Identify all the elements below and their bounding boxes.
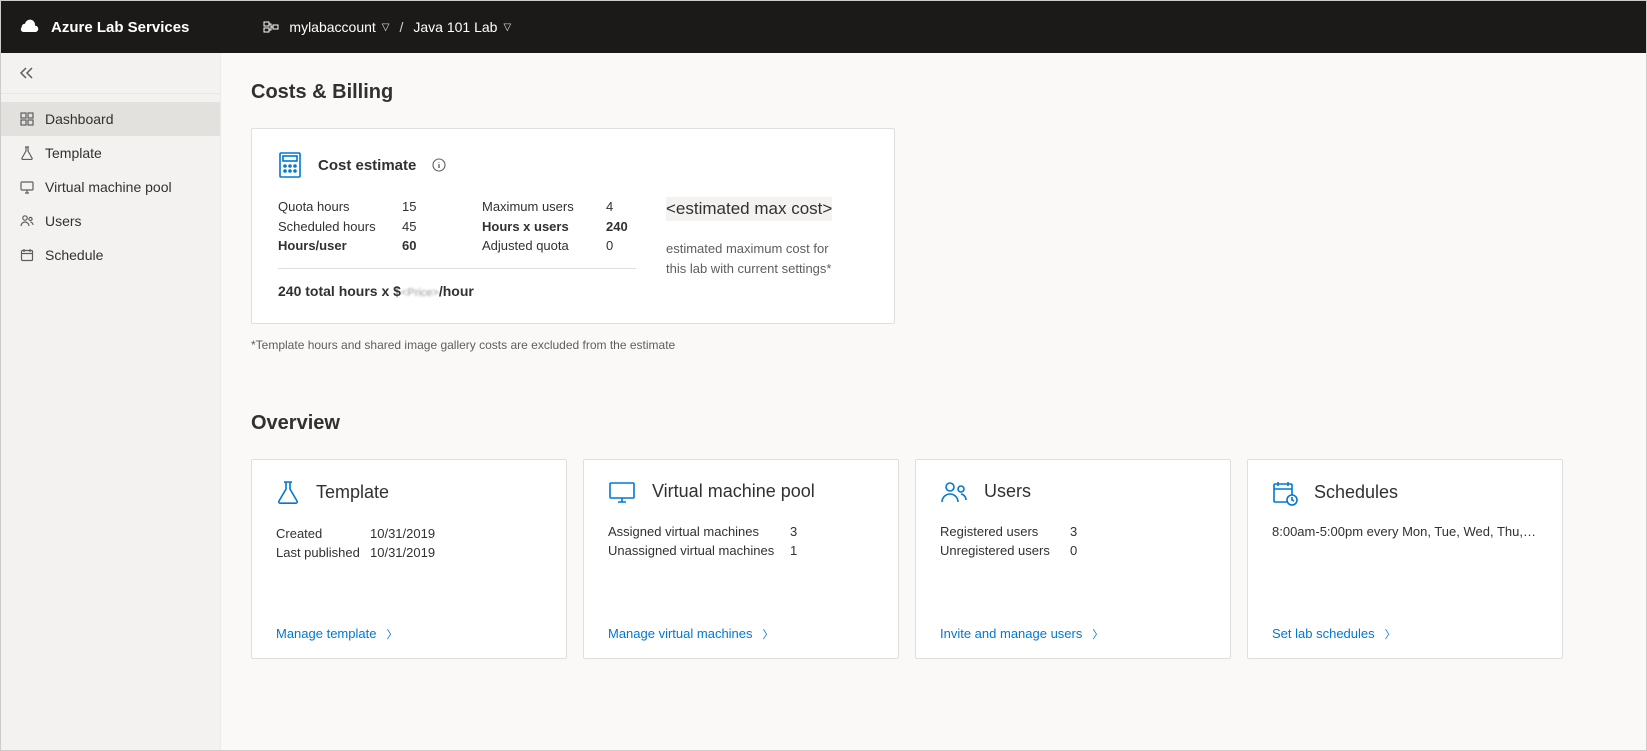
overview-row-value: 1 xyxy=(790,541,797,561)
cost-value: 4 xyxy=(606,197,636,217)
overview-row-label: Unassigned virtual machines xyxy=(608,541,790,561)
overview-action-label: Invite and manage users xyxy=(940,626,1082,641)
sidebar-item-label: Schedule xyxy=(45,247,103,263)
cost-value: 45 xyxy=(402,217,432,237)
info-icon[interactable] xyxy=(432,158,446,172)
main-content: Costs & Billing Cost estimate Quota hour… xyxy=(221,53,1646,750)
resource-icon xyxy=(263,19,279,35)
overview-card-schedules: Schedules 8:00am-5:00pm every Mon, Tue, … xyxy=(1247,459,1563,659)
overview-action-label: Set lab schedules xyxy=(1272,626,1375,641)
breadcrumb-account-label: mylabaccount xyxy=(289,19,375,35)
sidebar-item-users[interactable]: Users xyxy=(1,204,220,238)
overview-card-template: Template Created10/31/2019 Last publishe… xyxy=(251,459,567,659)
cost-label: Maximum users xyxy=(482,197,592,217)
sidebar-item-label: Users xyxy=(45,213,82,229)
breadcrumb-account[interactable]: mylabaccount ▽ xyxy=(289,19,389,35)
cost-label: Hours/user xyxy=(278,236,388,256)
breadcrumb: mylabaccount ▽ / Java 101 Lab ▽ xyxy=(263,19,511,35)
cost-value: 15 xyxy=(402,197,432,217)
overview-card-title: Schedules xyxy=(1314,482,1398,503)
overview-row-value: 10/31/2019 xyxy=(370,524,435,544)
sidebar-item-dashboard[interactable]: Dashboard xyxy=(1,102,220,136)
grid-icon xyxy=(19,112,35,126)
top-header: Azure Lab Services mylabaccount ▽ / Java… xyxy=(1,1,1646,53)
overview-card-title: Users xyxy=(984,481,1031,502)
users-icon xyxy=(19,214,35,228)
overview-row-label: Unregistered users xyxy=(940,541,1070,561)
cost-estimate-card: Cost estimate Quota hours 15 Scheduled ho… xyxy=(251,128,895,324)
collapse-sidebar-button[interactable] xyxy=(1,53,220,94)
sidebar-item-label: Template xyxy=(45,145,102,161)
cost-summary: <estimated max cost> estimated maximum c… xyxy=(666,197,866,299)
estimated-max-cost-value: <estimated max cost> xyxy=(666,197,832,221)
manage-template-link[interactable]: Manage template 〉 xyxy=(276,626,397,642)
chevron-right-icon: 〉 xyxy=(1092,626,1103,642)
overview-action-label: Manage virtual machines xyxy=(608,626,753,641)
cost-total-suffix: /hour xyxy=(439,283,474,299)
overview-card-vm-pool: Virtual machine pool Assigned virtual ma… xyxy=(583,459,899,659)
overview-row-label: Registered users xyxy=(940,522,1070,542)
overview-row-label: Last published xyxy=(276,543,370,563)
sidebar: Dashboard Template Virtual machine pool … xyxy=(1,53,221,750)
cost-footnote: *Template hours and shared image gallery… xyxy=(251,338,1616,352)
schedule-summary: 8:00am-5:00pm every Mon, Tue, Wed, Thu, … xyxy=(1272,524,1538,539)
overview-heading: Overview xyxy=(251,412,1616,435)
overview-row-value: 0 xyxy=(1070,541,1077,561)
breadcrumb-separator: / xyxy=(400,19,404,35)
overview-card-title: Template xyxy=(316,482,389,503)
sidebar-item-label: Dashboard xyxy=(45,111,114,127)
overview-card-users: Users Registered users3 Unregistered use… xyxy=(915,459,1231,659)
manage-users-link[interactable]: Invite and manage users 〉 xyxy=(940,626,1103,642)
estimated-max-cost-caption: estimated maximum cost for this lab with… xyxy=(666,239,836,278)
cost-value: 60 xyxy=(402,236,432,256)
chevron-right-icon: 〉 xyxy=(763,626,774,642)
cost-col-left: Quota hours 15 Scheduled hours 45 Hours/us… xyxy=(278,197,432,256)
users-icon xyxy=(940,480,968,504)
cost-label: Quota hours xyxy=(278,197,388,217)
overview-action-label: Manage template xyxy=(276,626,376,641)
flask-icon xyxy=(19,146,35,160)
chevron-right-icon: 〉 xyxy=(386,626,397,642)
manage-vms-link[interactable]: Manage virtual machines 〉 xyxy=(608,626,774,642)
overview-cards: Template Created10/31/2019 Last publishe… xyxy=(251,459,1616,659)
sidebar-nav: Dashboard Template Virtual machine pool … xyxy=(1,94,220,272)
chevron-right-icon: 〉 xyxy=(1385,626,1396,642)
overview-row-value: 3 xyxy=(1070,522,1077,542)
chevron-down-icon: ▽ xyxy=(503,22,511,33)
calendar-clock-icon xyxy=(1272,480,1298,506)
chevron-down-icon: ▽ xyxy=(382,22,390,33)
flask-icon xyxy=(276,480,300,506)
breadcrumb-lab[interactable]: Java 101 Lab ▽ xyxy=(413,19,511,35)
overview-card-title: Virtual machine pool xyxy=(652,481,815,502)
cost-total-line: 240 total hours x $<Price>/hour xyxy=(278,283,636,299)
calendar-icon xyxy=(19,248,35,262)
cost-col-right: Maximum users 4 Hours x users 240 Adjusted… xyxy=(482,197,636,256)
sidebar-item-template[interactable]: Template xyxy=(1,136,220,170)
double-chevron-left-icon xyxy=(19,67,202,79)
brand-logo[interactable]: Azure Lab Services xyxy=(19,16,189,38)
overview-row-value: 3 xyxy=(790,522,797,542)
cost-label: Scheduled hours xyxy=(278,217,388,237)
cost-label: Hours x users xyxy=(482,217,592,237)
overview-row-label: Assigned virtual machines xyxy=(608,522,790,542)
monitor-icon xyxy=(608,480,636,504)
cost-value: 240 xyxy=(606,217,636,237)
sidebar-item-vm-pool[interactable]: Virtual machine pool xyxy=(1,170,220,204)
cost-label: Adjusted quota xyxy=(482,236,592,256)
overview-row-value: 10/31/2019 xyxy=(370,543,435,563)
cost-total-prefix: 240 total hours x $ xyxy=(278,283,401,299)
cost-value: 0 xyxy=(606,236,636,256)
cost-total-price: <Price> xyxy=(401,287,439,299)
sidebar-item-label: Virtual machine pool xyxy=(45,179,172,195)
set-schedules-link[interactable]: Set lab schedules 〉 xyxy=(1272,626,1396,642)
overview-row-label: Created xyxy=(276,524,370,544)
calculator-icon xyxy=(278,151,302,179)
brand-name: Azure Lab Services xyxy=(51,19,189,36)
breadcrumb-lab-label: Java 101 Lab xyxy=(413,19,497,35)
sidebar-item-schedule[interactable]: Schedule xyxy=(1,238,220,272)
monitor-icon xyxy=(19,180,35,194)
azure-logo-icon xyxy=(19,16,41,38)
cost-estimate-title: Cost estimate xyxy=(318,157,416,174)
costs-billing-heading: Costs & Billing xyxy=(251,81,1616,104)
